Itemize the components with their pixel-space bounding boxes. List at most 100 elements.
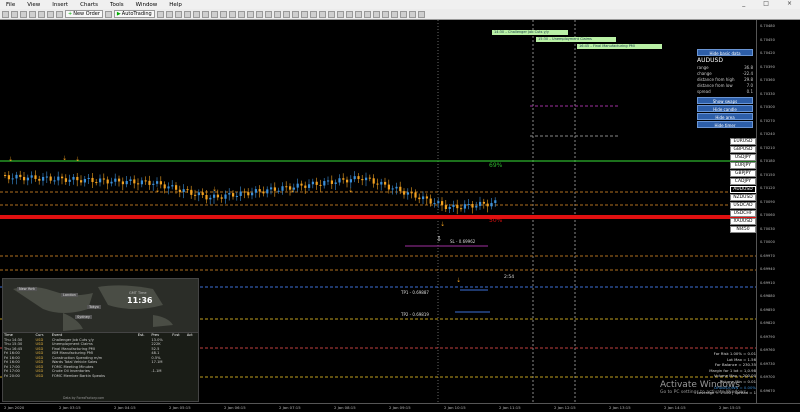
price-tick: 0.70180: [760, 159, 775, 163]
candle-body: [95, 182, 98, 184]
pair-button-gbpjpy[interactable]: GBPJPY: [730, 170, 756, 177]
crosshair-icon[interactable]: [264, 10, 272, 18]
candle-body: [87, 177, 90, 179]
price-tick: 0.70330: [760, 91, 775, 96]
hide-candle-button[interactable]: Hide candle: [697, 105, 753, 112]
market-watch-icon[interactable]: [20, 10, 27, 18]
menu-view[interactable]: View: [21, 2, 46, 8]
m5-period-button[interactable]: [354, 10, 362, 18]
arrows-icon[interactable]: [336, 10, 344, 18]
candle-body: [125, 180, 128, 185]
strategy-tester-icon[interactable]: [56, 10, 63, 18]
fibonacci-icon[interactable]: [309, 10, 317, 18]
horizontal-line-icon[interactable]: [282, 10, 290, 18]
pair-button-usdjpy[interactable]: USDJPY: [730, 154, 756, 161]
price-scale[interactable]: 0.70480 0.70450 0.70420 0.70390 0.70360 0.703…: [756, 20, 800, 403]
pair-button-usdchf[interactable]: USDCHF: [730, 210, 756, 217]
menu-tools[interactable]: Tools: [104, 2, 130, 8]
candle-body: [376, 183, 379, 185]
label-icon[interactable]: [327, 10, 335, 18]
pair-button-usdcad[interactable]: USDCAD: [730, 202, 756, 209]
menu-charts[interactable]: Charts: [74, 2, 104, 8]
pair-button-cadjpy[interactable]: CADJPY: [730, 178, 756, 185]
mn-period-button[interactable]: [417, 10, 425, 18]
pair-button-ni450[interactable]: NI450: [730, 226, 756, 233]
zoom-in-icon[interactable]: [183, 10, 191, 18]
candle-body: [38, 178, 41, 181]
candle-body: [387, 184, 390, 190]
hide-timer-button[interactable]: Hide timer: [697, 121, 753, 128]
new-order-button[interactable]: + New Order: [65, 10, 103, 18]
info-label: spread: [697, 88, 711, 94]
pair-button-xauusd[interactable]: XAUUSD: [730, 218, 756, 225]
menu-file[interactable]: File: [0, 2, 21, 8]
pair-button-audusd[interactable]: AUDUSD: [730, 186, 756, 193]
bar-chart-icon[interactable]: [156, 10, 164, 18]
terminal-icon[interactable]: [47, 10, 54, 18]
economic-calendar: Time Curr. Event Est. Prev Fcst Act Thu …: [2, 332, 199, 402]
data-window-icon[interactable]: [29, 10, 36, 18]
w1-period-button[interactable]: [408, 10, 416, 18]
hide-basic-data-button[interactable]: Hide basic data: [697, 49, 753, 56]
trendline-icon[interactable]: [291, 10, 299, 18]
info-value: 36.8: [744, 64, 753, 70]
autoscroll-icon[interactable]: [210, 10, 218, 18]
templates-icon[interactable]: [246, 10, 254, 18]
h4-period-button[interactable]: [390, 10, 398, 18]
close-button[interactable]: ×: [781, 0, 798, 7]
candle-body: [190, 189, 193, 195]
m30-period-button[interactable]: [372, 10, 380, 18]
line-chart-icon[interactable]: [174, 10, 182, 18]
candle-body: [133, 179, 136, 184]
pair-button-gbpusd[interactable]: GBPUSD: [730, 146, 756, 153]
pair-button-eurjpy[interactable]: EURJPY: [730, 162, 756, 169]
pair-button-eurusd[interactable]: EURUSD: [730, 138, 756, 145]
autotrading-button[interactable]: ▶ AutoTrading: [113, 10, 155, 18]
candle-body: [186, 189, 189, 191]
calendar-cell: [137, 374, 151, 379]
new-chart-icon[interactable]: [2, 10, 9, 18]
indicators-icon[interactable]: [228, 10, 236, 18]
channel-icon[interactable]: [300, 10, 308, 18]
chart-shift-icon[interactable]: [219, 10, 227, 18]
show-swaps-button[interactable]: Show swaps: [697, 97, 753, 104]
m1-period-button[interactable]: [345, 10, 353, 18]
candle-body: [441, 201, 444, 206]
time-tick: 2 Jan 04:15: [114, 405, 136, 410]
candle-body: [334, 182, 337, 184]
periods-icon[interactable]: [237, 10, 245, 18]
candle-body: [171, 185, 174, 187]
menu-window[interactable]: Window: [130, 2, 164, 8]
profiles-icon[interactable]: [11, 10, 18, 18]
news-bar-3[interactable]: 16:45 – Final Manufacturing PMI: [577, 44, 662, 49]
hide-area-button[interactable]: Hide area: [697, 113, 753, 120]
candle-body: [338, 178, 341, 183]
metaeditor-icon[interactable]: [104, 10, 112, 18]
vertical-line-icon[interactable]: [273, 10, 281, 18]
m15-period-button[interactable]: [363, 10, 371, 18]
tile-icon[interactable]: [201, 10, 209, 18]
price-tick: 0.70480: [760, 24, 775, 28]
candle-chart-icon[interactable]: [165, 10, 173, 18]
news-bar-2[interactable]: 15:30 – Unemployment Claims: [536, 37, 616, 42]
news-bar-1[interactable]: 14:30 – Challenger Job Cuts y/y: [492, 30, 568, 35]
candle-body: [23, 176, 26, 181]
cursor-icon[interactable]: [255, 10, 263, 18]
d1-period-button[interactable]: [399, 10, 407, 18]
candle-body: [129, 179, 132, 181]
menu-help[interactable]: Help: [163, 2, 188, 8]
text-icon[interactable]: [318, 10, 326, 18]
zoom-out-icon[interactable]: [192, 10, 200, 18]
h1-period-button[interactable]: [381, 10, 389, 18]
candle-body: [80, 180, 83, 183]
navigator-icon[interactable]: [38, 10, 45, 18]
info-value: 7.0: [746, 82, 753, 88]
candle-body: [83, 178, 86, 183]
pair-button-nzdusd[interactable]: NZDUSD: [730, 194, 756, 201]
minimize-button[interactable]: _: [736, 0, 751, 7]
candle-body: [167, 186, 170, 189]
candle-body: [471, 204, 474, 208]
maximize-button[interactable]: □: [757, 0, 775, 7]
candle-body: [228, 193, 231, 195]
menu-insert[interactable]: Insert: [46, 2, 74, 8]
